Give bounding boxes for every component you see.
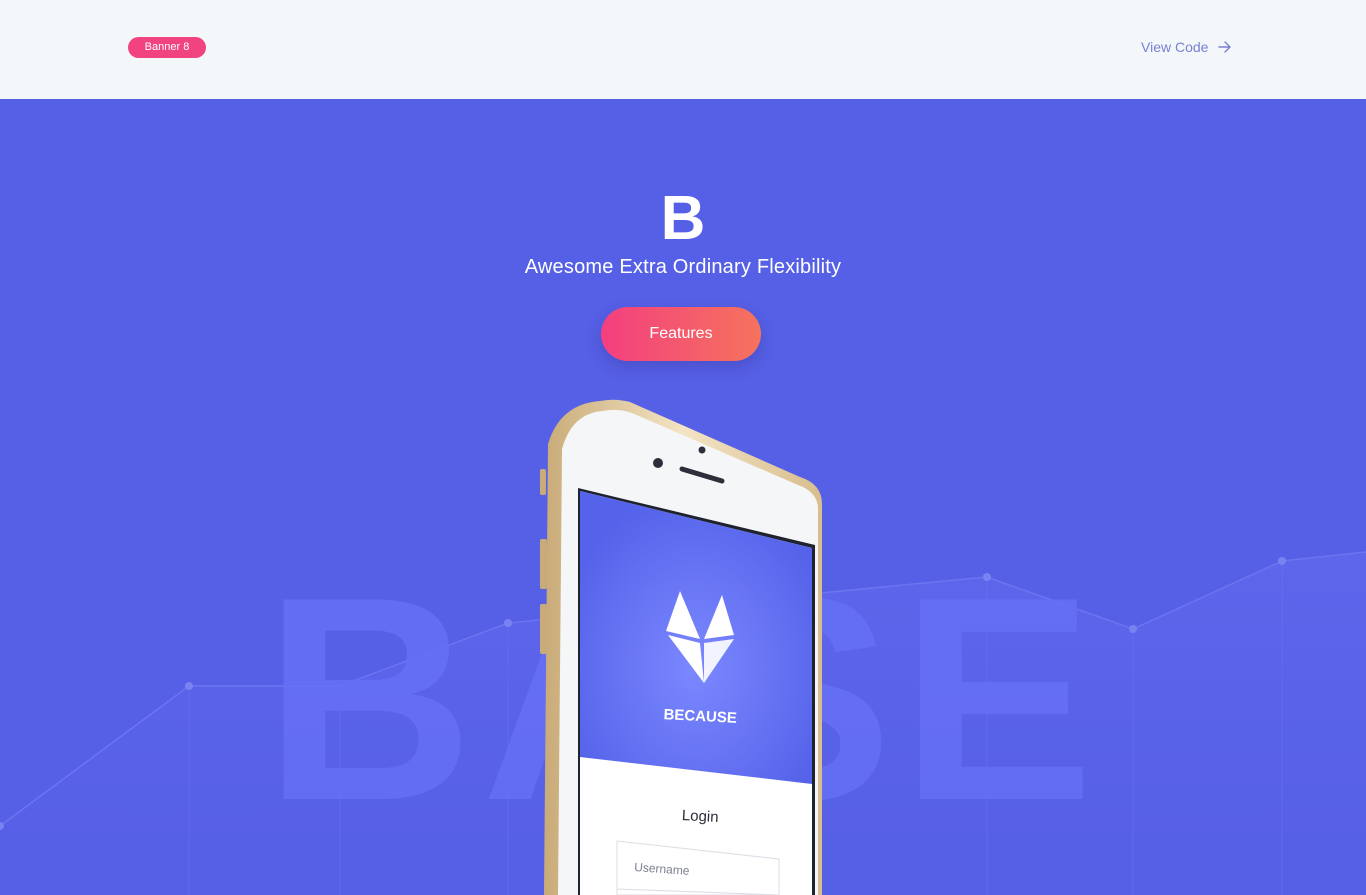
phone-mockup: BECAUSE Login Username: [540, 399, 822, 895]
arrow-right-icon: [1218, 41, 1232, 53]
view-code-label: View Code: [1141, 39, 1209, 55]
hero-tagline: Awesome Extra Ordinary Flexibility: [524, 256, 842, 278]
hero-banner: BASE BECAUSE: [0, 99, 1366, 895]
login-title: Login: [681, 807, 719, 826]
view-code-link[interactable]: View Code: [1141, 36, 1232, 58]
banner-badge: Banner 8: [128, 37, 206, 58]
features-button[interactable]: Features: [601, 307, 761, 361]
top-bar: Banner 8 View Code: [0, 0, 1366, 99]
brand-logo-letter: B: [660, 184, 706, 253]
